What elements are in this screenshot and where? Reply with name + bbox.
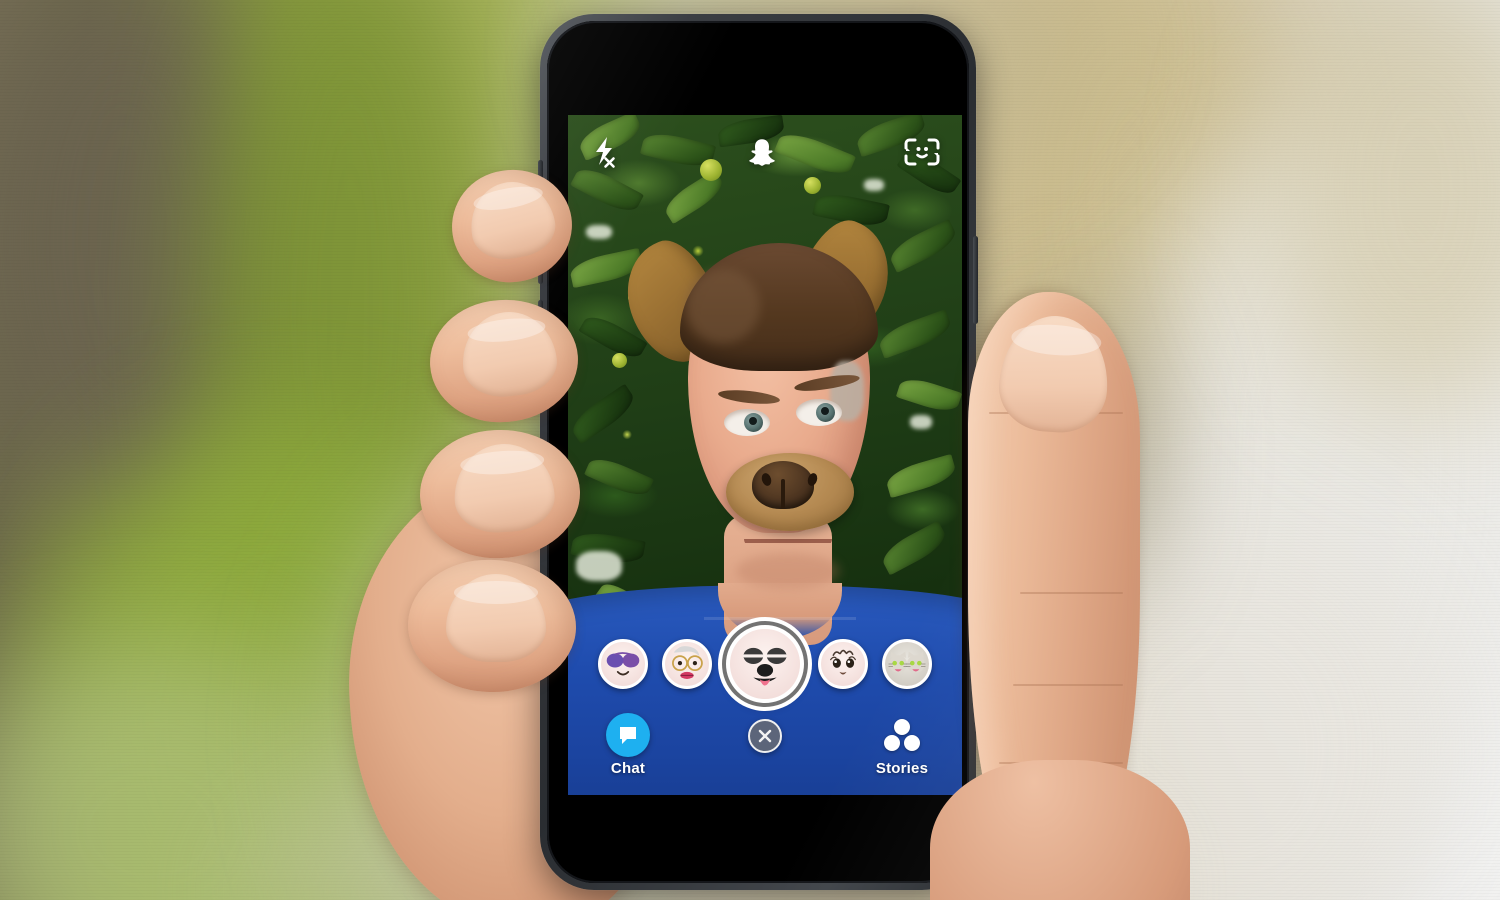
snapchat-ghost-icon — [749, 138, 775, 166]
power-button[interactable] — [973, 236, 978, 324]
dot — [884, 735, 900, 751]
iris-right — [816, 403, 835, 422]
lens-thumbnail-dog[interactable] — [726, 625, 804, 703]
camera-top-bar — [568, 131, 962, 177]
dot — [904, 735, 920, 751]
three-dots-icon — [880, 713, 924, 757]
flash-off-button[interactable] — [590, 135, 620, 174]
close-x-icon — [748, 719, 782, 753]
flip-camera-button[interactable] — [904, 136, 940, 173]
stories-label: Stories — [875, 760, 929, 777]
camera-flip-icon — [904, 138, 940, 165]
close-lens-button[interactable] — [748, 713, 782, 753]
stories-button[interactable]: Stories — [864, 713, 940, 777]
lens-thumbnail-doe-eyes[interactable] — [818, 639, 868, 689]
dot — [894, 719, 910, 735]
iris-left — [744, 413, 763, 432]
dog-nose-overlay — [726, 453, 854, 531]
wrist — [930, 760, 1190, 900]
chin-shadow — [736, 553, 840, 589]
lens-thumbnail-two-cats[interactable] — [882, 639, 932, 689]
flash-off-icon — [596, 136, 615, 168]
snapchat-logo[interactable] — [747, 137, 777, 172]
